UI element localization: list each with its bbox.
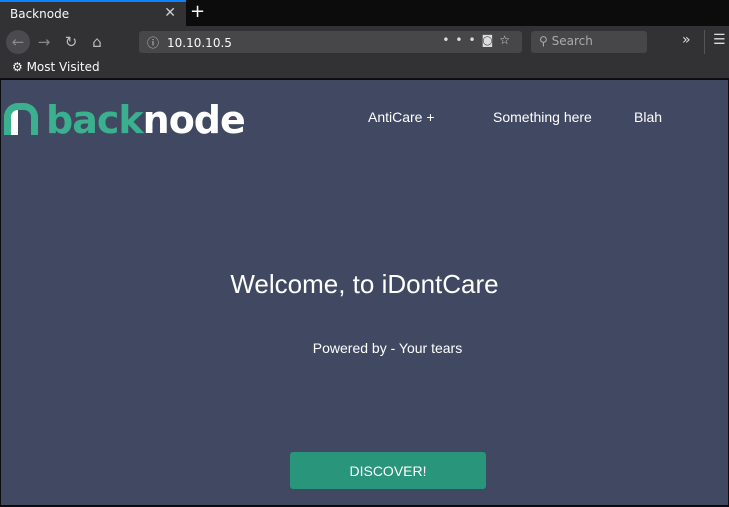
- pocket-icon[interactable]: ◙: [482, 33, 500, 47]
- page-title: Welcome, to iDontCare: [230, 269, 499, 299]
- close-icon[interactable]: ✕: [164, 5, 176, 21]
- nav-blah[interactable]: Blah: [634, 109, 662, 125]
- nav-bar: ← → ↻ ⌂ ⓘ 10.10.10.5 •••◙☆ ⚲ Search » ☰: [0, 26, 729, 58]
- bookmarks-bar: ⚙ Most Visited: [0, 58, 729, 79]
- forward-icon[interactable]: →: [32, 30, 56, 54]
- info-icon[interactable]: ⓘ: [147, 36, 159, 50]
- url-text: 10.10.10.5: [167, 36, 232, 50]
- tab-title: Backnode: [10, 7, 70, 21]
- overflow-icon[interactable]: »: [682, 32, 691, 48]
- star-icon[interactable]: ☆: [499, 33, 516, 47]
- discover-button[interactable]: DISCOVER!: [290, 452, 486, 489]
- home-icon[interactable]: ⌂: [85, 30, 109, 54]
- search-input[interactable]: ⚲ Search: [531, 31, 647, 53]
- back-icon[interactable]: ←: [6, 30, 30, 54]
- tab-backnode[interactable]: Backnode ✕: [0, 0, 186, 26]
- logo[interactable]: backnode: [4, 98, 246, 142]
- more-icon[interactable]: •••: [442, 33, 481, 47]
- search-icon: ⚲: [539, 34, 552, 48]
- bookmark-most-visited[interactable]: ⚙ Most Visited: [12, 60, 100, 74]
- divider: [704, 30, 705, 54]
- reload-icon[interactable]: ↻: [59, 30, 83, 54]
- menu-icon[interactable]: ☰: [713, 32, 726, 48]
- subtitle: Powered by - Your tears: [312, 340, 463, 356]
- url-bar[interactable]: ⓘ 10.10.10.5 •••◙☆: [139, 31, 522, 53]
- tab-bar: Backnode ✕ +: [0, 0, 729, 26]
- logo-icon: [4, 103, 38, 135]
- nav-anticare[interactable]: AntiCare +: [368, 109, 435, 125]
- new-tab-icon[interactable]: +: [190, 1, 205, 22]
- gear-icon: ⚙: [12, 60, 27, 74]
- page: backnode AntiCare + Something here Blah …: [1, 80, 728, 505]
- search-placeholder: Search: [551, 34, 593, 48]
- nav-something-here[interactable]: Something here: [493, 109, 592, 125]
